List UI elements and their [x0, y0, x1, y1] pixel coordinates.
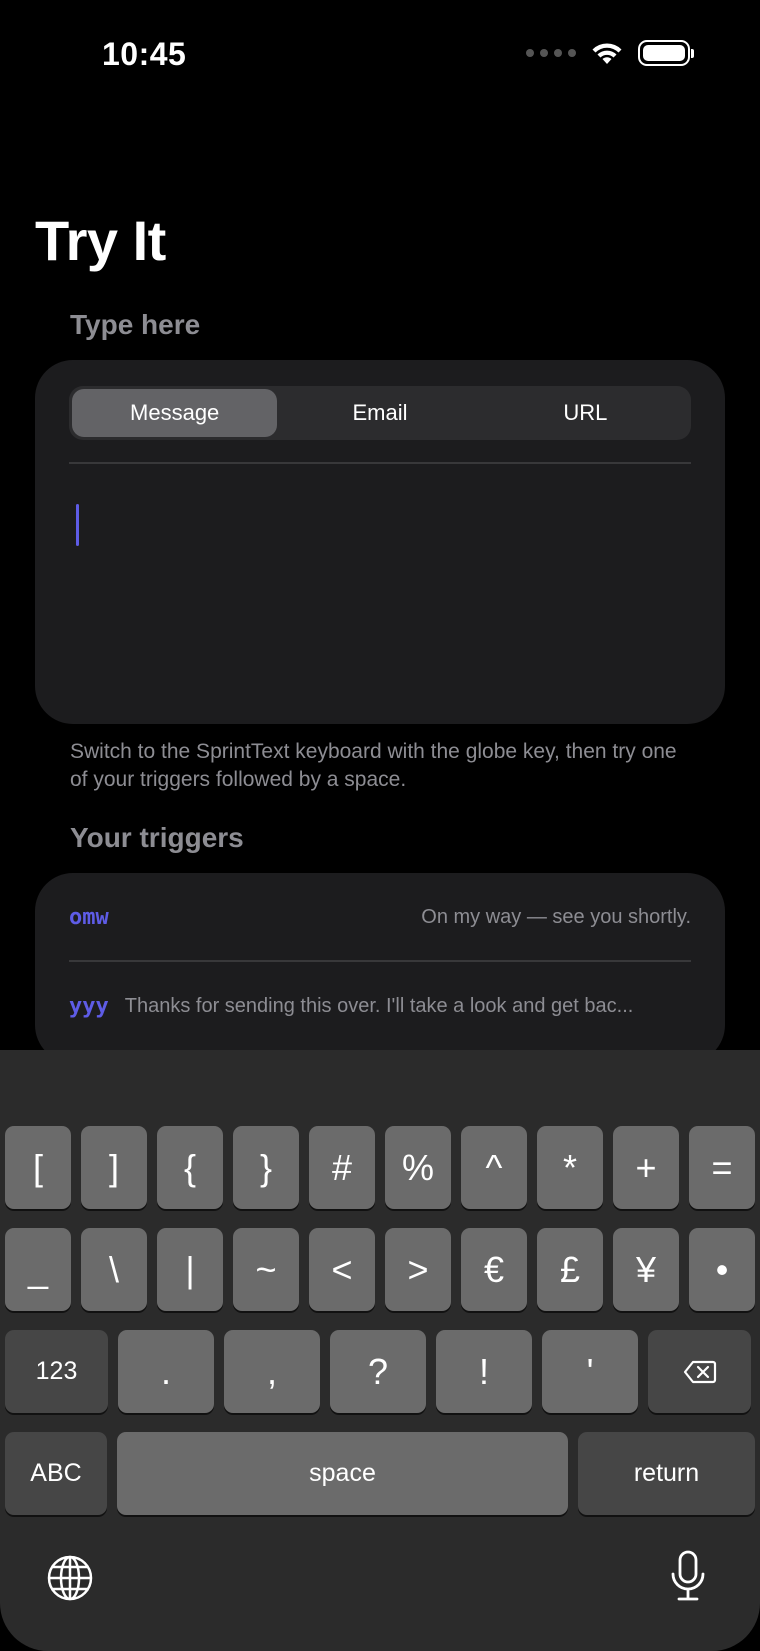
- status-indicators: [526, 40, 694, 66]
- instruction-note: Switch to the SprintText keyboard with t…: [70, 740, 677, 791]
- divider: [69, 462, 691, 464]
- triggers-header: Your triggers: [70, 822, 244, 853]
- keyboard-row-4: ABC space return: [5, 1432, 755, 1515]
- mode-segmented-control: Message Email URL: [69, 386, 691, 440]
- key-open-brace[interactable]: {: [157, 1126, 223, 1209]
- key-plus[interactable]: +: [613, 1126, 679, 1209]
- wifi-icon: [592, 43, 622, 64]
- key-exclamation[interactable]: !: [436, 1330, 532, 1413]
- text-input-area[interactable]: [69, 470, 691, 704]
- page-title: Try It: [35, 209, 166, 272]
- key-close-brace[interactable]: }: [233, 1126, 299, 1209]
- trigger-expansion: Thanks for sending this over. I'll take …: [124, 994, 634, 1017]
- key-backslash[interactable]: \: [81, 1228, 147, 1311]
- key-close-bracket[interactable]: ]: [81, 1126, 147, 1209]
- key-comma[interactable]: ,: [224, 1330, 320, 1413]
- key-yen[interactable]: ¥: [613, 1228, 679, 1311]
- key-apostrophe[interactable]: ': [542, 1330, 638, 1413]
- trigger-row[interactable]: yyy Thanks for sending this over. I'll t…: [69, 976, 691, 1036]
- key-greater-than[interactable]: >: [385, 1228, 451, 1311]
- key-asterisk[interactable]: *: [537, 1126, 603, 1209]
- key-less-than[interactable]: <: [309, 1228, 375, 1311]
- triggers-card: omw On my way — see you shortly. yyy Tha…: [35, 873, 725, 1063]
- return-key[interactable]: return: [578, 1432, 755, 1515]
- key-equals[interactable]: =: [689, 1126, 755, 1209]
- trigger-expansion: On my way — see you shortly.: [421, 905, 691, 928]
- key-123[interactable]: 123: [5, 1330, 108, 1413]
- keyboard-row-1: [ ] { } # % ^ * + =: [5, 1126, 755, 1209]
- key-pound[interactable]: £: [537, 1228, 603, 1311]
- key-question[interactable]: ?: [330, 1330, 426, 1413]
- key-period[interactable]: .: [118, 1330, 214, 1413]
- key-caret[interactable]: ^: [461, 1126, 527, 1209]
- key-euro[interactable]: €: [461, 1228, 527, 1311]
- trigger-row[interactable]: omw On my way — see you shortly.: [69, 887, 691, 947]
- keyboard-bottom-bar: [0, 1528, 760, 1651]
- keyboard-row-2: _ \ | ~ < > € £ ¥ •: [5, 1228, 755, 1311]
- trigger-key: omw: [69, 904, 109, 930]
- input-card: Message Email URL: [35, 360, 725, 724]
- status-time: 10:45: [102, 36, 187, 72]
- key-underscore[interactable]: _: [5, 1228, 71, 1311]
- delete-backward-icon: [683, 1360, 716, 1383]
- key-percent[interactable]: %: [385, 1126, 451, 1209]
- key-open-bracket[interactable]: [: [5, 1126, 71, 1209]
- trigger-key: yyy: [69, 993, 109, 1019]
- segment-url[interactable]: URL: [483, 389, 688, 437]
- globe-icon[interactable]: [46, 1554, 94, 1602]
- key-abc[interactable]: ABC: [5, 1432, 107, 1515]
- segment-email[interactable]: Email: [277, 389, 482, 437]
- type-here-header: Type here: [70, 309, 201, 340]
- space-key[interactable]: space: [117, 1432, 568, 1515]
- backspace-key[interactable]: [648, 1330, 751, 1413]
- text-caret: [76, 504, 79, 546]
- key-hash[interactable]: #: [309, 1126, 375, 1209]
- key-pipe[interactable]: |: [157, 1228, 223, 1311]
- divider: [69, 960, 691, 962]
- symbol-keyboard: [ ] { } # % ^ * + = _ \ | ~ < > € £ ¥ • …: [0, 1050, 760, 1651]
- microphone-icon[interactable]: [670, 1550, 706, 1602]
- key-tilde[interactable]: ~: [233, 1228, 299, 1311]
- cellular-signal-icon: [526, 49, 576, 57]
- segment-message[interactable]: Message: [72, 389, 278, 437]
- keyboard-row-3: 123 . , ? ! ': [5, 1330, 755, 1413]
- battery-icon: [638, 40, 694, 66]
- key-bullet[interactable]: •: [689, 1228, 755, 1311]
